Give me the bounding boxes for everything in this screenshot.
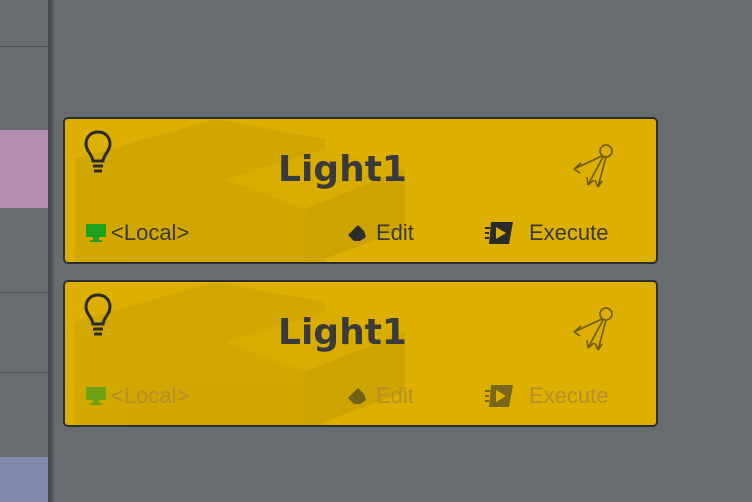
node-title: Light1 (278, 149, 407, 190)
edit-button[interactable]: Edit (346, 217, 414, 249)
monitor-icon (86, 387, 106, 405)
pencil-icon (348, 388, 366, 404)
strip-divider (0, 46, 48, 47)
execute-label: Execute (529, 383, 609, 408)
edit-button[interactable]: Edit (346, 380, 414, 412)
location-selector[interactable]: <Local> (85, 217, 189, 249)
execute-label: Execute (529, 220, 609, 245)
edit-label: Edit (376, 383, 414, 408)
pencil-icon (348, 225, 366, 241)
strip-highlight-row[interactable] (0, 457, 48, 502)
left-panel-strip (0, 0, 48, 502)
light-node-1[interactable]: Light1 <Local> Edit Execute (63, 117, 658, 264)
panel-separator-edge (52, 0, 54, 502)
monitor-icon (86, 224, 106, 242)
strip-divider (0, 372, 48, 373)
execute-button[interactable]: Execute (485, 380, 609, 412)
strip-selected-row[interactable] (0, 130, 48, 208)
strip-divider (0, 292, 48, 293)
execute-icon (485, 385, 513, 407)
location-label: <Local> (111, 383, 190, 408)
location-selector[interactable]: <Local> (85, 380, 189, 412)
execute-icon (485, 222, 513, 244)
light-rig-icon (573, 144, 613, 188)
edit-label: Edit (376, 220, 414, 245)
light-node-2[interactable]: Light1 <Local> Edit Execute (63, 280, 658, 427)
light-rig-icon (573, 307, 613, 351)
execute-button[interactable]: Execute (485, 217, 609, 249)
location-label: <Local> (111, 220, 190, 245)
node-title: Light1 (278, 312, 407, 353)
